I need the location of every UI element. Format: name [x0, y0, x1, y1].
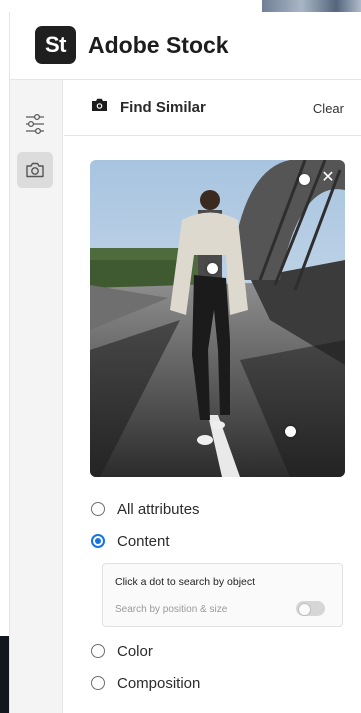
object-dot-person[interactable]: [207, 263, 218, 274]
object-dot-bridge[interactable]: [299, 174, 310, 185]
filters-button[interactable]: [17, 106, 53, 142]
radio-content[interactable]: [91, 534, 105, 548]
sidebar-rail: [10, 80, 63, 713]
clear-button[interactable]: Clear: [313, 101, 344, 116]
find-similar-rail-button[interactable]: [17, 152, 53, 188]
search-panel: St Adobe Stock Find Similar Clear ✕ All …: [9, 12, 361, 713]
sliders-icon: [26, 113, 44, 135]
position-size-toggle[interactable]: [296, 601, 325, 616]
option-content[interactable]: Content: [91, 530, 170, 552]
app-header: St Adobe Stock: [10, 12, 361, 80]
radio-color[interactable]: [91, 644, 105, 658]
option-label: Content: [117, 532, 170, 550]
object-dot-pavement[interactable]: [285, 426, 296, 437]
background-dark-strip: [0, 636, 9, 713]
option-all-attributes[interactable]: All attributes: [91, 498, 200, 520]
background-photo-strip: [262, 0, 361, 12]
option-composition[interactable]: Composition: [91, 672, 200, 694]
camera-icon: [26, 162, 44, 178]
bridge-walker-photo: [90, 160, 345, 477]
dot-instruction: Click a dot to search by object: [115, 576, 256, 588]
camera-icon: [92, 98, 107, 111]
content-options-panel: Click a dot to search by object Search b…: [102, 563, 343, 627]
find-similar-bar: Find Similar Clear: [64, 80, 361, 136]
radio-composition[interactable]: [91, 676, 105, 690]
option-label: Composition: [117, 674, 201, 692]
adobe-stock-logo[interactable]: St: [35, 26, 76, 64]
position-size-label: Search by position & size: [115, 604, 228, 615]
find-similar-content: Find Similar Clear ✕ All attributes Cont…: [64, 80, 361, 713]
option-label: Color: [117, 642, 153, 660]
remove-image-button[interactable]: ✕: [319, 168, 337, 186]
option-label: All attributes: [117, 500, 200, 518]
option-color[interactable]: Color: [91, 640, 153, 662]
find-similar-title: Find Similar: [120, 99, 206, 116]
reference-image: ✕: [90, 160, 345, 477]
radio-all-attributes[interactable]: [91, 502, 105, 516]
brand-title: Adobe Stock: [88, 32, 229, 58]
